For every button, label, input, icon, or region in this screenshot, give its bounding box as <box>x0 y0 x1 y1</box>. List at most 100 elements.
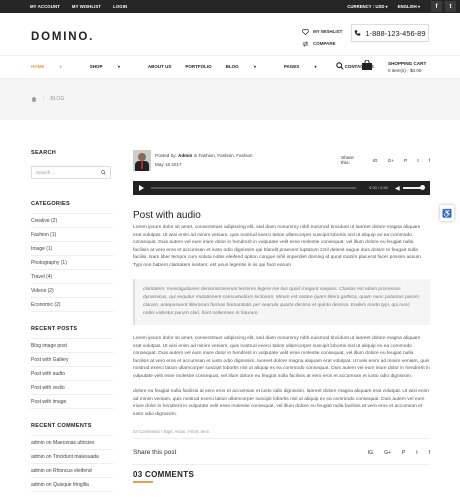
comments-heading: 03 COMMENTS <box>133 470 195 479</box>
post-tags[interactable]: 03 Comments / Tags: Asian, t-shirt, teen <box>133 429 430 434</box>
nav-item-portfolio[interactable]: PORTFOLIO <box>185 64 211 69</box>
volume-handle[interactable] <box>420 185 425 190</box>
instagram-icon[interactable]: IG <box>372 159 377 164</box>
compare-icon <box>302 41 309 47</box>
comment-on: on <box>46 482 52 488</box>
recent-comments-heading: RECENT COMMENTS <box>31 423 92 429</box>
site-logo[interactable]: DOMINO. <box>31 31 94 43</box>
nav-home-label: HOME <box>31 64 45 69</box>
google-plus-icon[interactable]: G+ <box>388 159 395 164</box>
in-label: in <box>193 153 198 158</box>
my-wishlist-link[interactable]: MY WISHLIST <box>72 4 101 9</box>
divider <box>133 438 430 439</box>
breadcrumb-separator: | <box>43 96 45 102</box>
home-icon[interactable] <box>31 96 37 102</box>
twitter-icon[interactable]: t <box>416 450 417 456</box>
currency-select[interactable]: CURRENCY : USD ▾ <box>347 4 387 9</box>
language-select[interactable]: ENGLISH ▾ <box>398 4 420 9</box>
cart-summary[interactable]: SHOPPING CART 0 item(s) - $0.00 <box>388 60 426 74</box>
twitter-icon[interactable]: t <box>417 159 418 164</box>
search-icon[interactable] <box>336 62 344 70</box>
recent-posts-heading: RECENT POSTS <box>31 326 78 332</box>
shopping-bag-icon[interactable] <box>361 60 373 70</box>
recent-post-item[interactable]: Post with audio <box>31 367 113 381</box>
post-paragraph: dolore eu feugiat nulla facilisis at ver… <box>133 389 429 417</box>
pinterest-icon[interactable]: P <box>402 450 405 456</box>
comment-author: admin <box>31 468 45 474</box>
search-icon[interactable] <box>101 170 106 175</box>
google-plus-icon[interactable]: G+ <box>384 450 391 456</box>
top-bar: MY ACCOUNT MY WISHLIST LOGIN CURRENCY : … <box>0 0 460 13</box>
recent-comment-item[interactable]: admin on Rhoncus eleifend <box>31 464 113 478</box>
instagram-icon[interactable]: IG <box>368 450 373 456</box>
phone-icon <box>355 30 361 36</box>
chevron-down-icon: ▾ <box>385 4 388 9</box>
recent-post-item[interactable]: Post with Gallery <box>31 353 113 367</box>
heart-icon <box>302 29 309 35</box>
audio-player[interactable]: 0:00 / 2:50 ◀ <box>133 181 430 195</box>
twitter-icon[interactable]: t <box>445 1 456 12</box>
search-placeholder: Search ... <box>36 170 56 175</box>
accessibility-icon[interactable]: ♿ <box>440 205 454 221</box>
chevron-down-icon: ▾ <box>253 64 256 69</box>
category-item[interactable]: Economic (2) <box>31 298 113 312</box>
breadcrumb-current: BLOG <box>50 96 65 102</box>
category-item[interactable]: Photography (1) <box>31 256 113 270</box>
phone-number: 1-888-123-456-89 <box>365 28 426 38</box>
post-blockquote: claritatem. Investigationes demonstraver… <box>133 279 430 325</box>
recent-post-item[interactable]: Post with vedio <box>31 381 113 395</box>
category-item[interactable]: Travel (4) <box>31 270 113 284</box>
recent-post-item[interactable]: Post with image <box>31 395 113 409</box>
pinterest-icon[interactable]: P <box>404 159 407 164</box>
audio-progress-track[interactable] <box>151 187 356 189</box>
nav-blog-label: BLOG <box>225 64 239 69</box>
nav-item-pages[interactable]: PAGES ▾ <box>284 64 331 69</box>
nav-item-about[interactable]: ABOUT US <box>148 64 172 69</box>
volume-icon[interactable]: ◀ <box>395 185 400 192</box>
nav-item-home[interactable]: HOME ▾ <box>31 64 76 69</box>
currency-label: CURRENCY : USD <box>347 4 385 9</box>
main-nav: HOME ▾ SHOP ▾ ABOUT US PORTFOLIO BLOG ▾ … <box>31 64 388 69</box>
nav-item-blog[interactable]: BLOG ▾ <box>226 64 270 69</box>
post-paragraph: Lorem ipsum dolor sit amet, consectetuer… <box>133 225 423 268</box>
recent-comment-item[interactable]: admin on Maecenas ultricies <box>31 436 113 450</box>
wishlist-link[interactable]: MY WISHLIST <box>302 26 342 38</box>
category-item[interactable]: Image (1) <box>31 242 113 256</box>
comment-post: Rhoncus eleifend <box>52 468 92 474</box>
category-item[interactable]: Creative (2) <box>31 214 113 228</box>
comment-author: admin <box>31 454 45 460</box>
cart-title: SHOPPING CART <box>388 61 427 66</box>
facebook-icon[interactable]: f <box>429 450 430 456</box>
facebook-icon[interactable]: f <box>431 1 442 12</box>
comment-on: on <box>46 454 52 460</box>
post-title: Post with audio <box>133 210 201 221</box>
compare-link[interactable]: COMPARE <box>302 38 342 50</box>
post-author-link[interactable]: Admin <box>178 153 192 158</box>
comment-author: admin <box>31 440 45 446</box>
breadcrumb-bar: | BLOG <box>0 79 460 120</box>
my-account-link[interactable]: MY ACCOUNT <box>30 4 60 9</box>
recent-comment-item[interactable]: admin on Quisque fringilla <box>31 478 113 492</box>
avatar-tie <box>141 161 143 169</box>
share-post-bar: Share this post IG G+ P t f <box>133 449 430 456</box>
phone-box[interactable]: 1-888-123-456-89 <box>351 24 429 42</box>
chevron-down-icon: ▾ <box>117 64 120 69</box>
facebook-icon[interactable]: f <box>429 159 430 164</box>
share-label: Share this: <box>341 156 354 166</box>
divider <box>133 464 430 465</box>
comment-post: Tincidunt malesuada <box>52 454 99 460</box>
recent-comment-item[interactable]: admin on Tincidunt malesuada <box>31 450 113 464</box>
category-item[interactable]: Fashion (1) <box>31 228 113 242</box>
post-date: May 15 2017 <box>155 162 182 167</box>
post-categories[interactable]: Fashion, Fashion, Fashion <box>198 153 252 158</box>
sidebar-search-input[interactable]: Search ... <box>31 166 111 179</box>
recent-post-item[interactable]: Blog image post <box>31 339 113 353</box>
sidebar: SEARCH Search ... CATEGORIES Creative (2… <box>31 150 113 492</box>
post-meta-text: Posted by: Admin in Fashion, Fashion, Fa… <box>155 151 253 171</box>
login-link[interactable]: LOGIN <box>113 4 127 9</box>
nav-item-shop[interactable]: SHOP ▾ <box>90 64 134 69</box>
category-item[interactable]: Videos (2) <box>31 284 113 298</box>
play-icon[interactable] <box>139 185 144 191</box>
categories-heading: CATEGORIES <box>31 201 70 207</box>
share-post-label: Share this post <box>133 449 177 456</box>
